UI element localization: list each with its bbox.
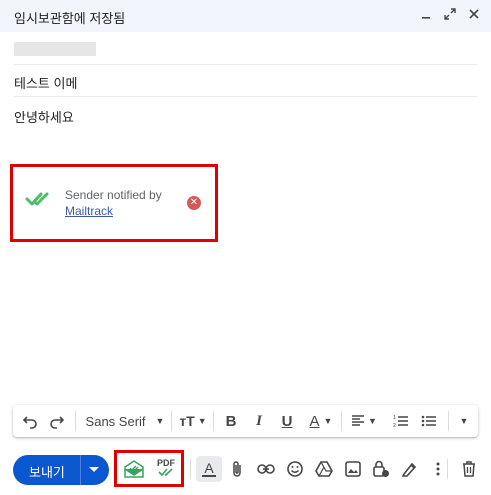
mailtrack-text-block: Sender notified by Mailtrack bbox=[65, 187, 162, 219]
redacted-recipient bbox=[14, 42, 96, 56]
confidential-lock-icon[interactable] bbox=[370, 458, 392, 480]
italic-button[interactable]: I bbox=[248, 409, 270, 433]
undo-icon[interactable] bbox=[19, 409, 41, 433]
discard-trash-icon[interactable] bbox=[458, 458, 480, 480]
svg-text:1: 1 bbox=[393, 415, 396, 421]
separator bbox=[171, 411, 172, 431]
svg-text:2: 2 bbox=[393, 423, 396, 428]
chevron-down-icon: ▼ bbox=[155, 416, 165, 426]
formatting-toolbar: Sans Serif ▼ тT ▼ B I U A ▼ ▼ 12 ▼ bbox=[13, 405, 478, 437]
header-controls bbox=[419, 7, 481, 21]
attach-icon[interactable] bbox=[226, 458, 248, 480]
send-options-icon[interactable] bbox=[89, 467, 99, 472]
remove-tracking-icon[interactable]: ✕ bbox=[187, 196, 201, 210]
pdf-label: PDF bbox=[157, 457, 175, 468]
font-family-select[interactable]: Sans Serif ▼ bbox=[81, 409, 169, 433]
send-button[interactable]: 보내기 bbox=[13, 455, 109, 485]
bottom-action-bar: 보내기 PDF A bbox=[0, 450, 491, 490]
recipients-field[interactable] bbox=[14, 36, 477, 65]
text-color-button[interactable]: A ▼ bbox=[306, 409, 336, 433]
separator bbox=[75, 411, 76, 431]
message-body[interactable]: 안녕하세요 bbox=[14, 107, 74, 126]
mailtrack-label: Sender notified by bbox=[65, 188, 162, 202]
redo-icon[interactable] bbox=[46, 409, 68, 433]
align-icon[interactable]: ▼ bbox=[349, 409, 379, 433]
separator bbox=[447, 459, 448, 479]
subject-field[interactable]: 테스트 이메 bbox=[14, 66, 477, 97]
expand-icon[interactable] bbox=[443, 7, 457, 21]
double-check-icon bbox=[25, 190, 53, 213]
minimize-icon[interactable] bbox=[419, 7, 433, 21]
extension-buttons-box: PDF bbox=[114, 450, 184, 487]
separator bbox=[341, 411, 342, 431]
emoji-icon[interactable] bbox=[284, 458, 306, 480]
bulleted-list-icon[interactable] bbox=[418, 409, 440, 433]
text-format-icon[interactable]: A bbox=[198, 458, 220, 480]
signature-pen-icon[interactable] bbox=[398, 458, 420, 480]
underline-button[interactable]: U bbox=[276, 409, 298, 433]
more-options-icon[interactable] bbox=[427, 458, 449, 480]
numbered-list-icon[interactable]: 12 bbox=[390, 409, 412, 433]
more-formatting-icon[interactable]: ▼ bbox=[453, 409, 475, 433]
send-divider bbox=[80, 455, 81, 485]
separator bbox=[213, 411, 214, 431]
mailtrack-notice: Sender notified by Mailtrack ✕ bbox=[10, 164, 218, 242]
compose-header: 임시보관함에 저장됨 bbox=[0, 0, 491, 32]
text-color-label: A bbox=[309, 412, 320, 430]
compose-window: 임시보관함에 저장됨 테스트 이메 안녕하세요 Sender notified … bbox=[0, 0, 491, 495]
link-icon[interactable] bbox=[255, 458, 277, 480]
separator bbox=[448, 411, 449, 431]
separator bbox=[190, 459, 191, 479]
font-family-label: Sans Serif bbox=[85, 413, 146, 429]
format-label: A bbox=[204, 460, 214, 476]
compose-title: 임시보관함에 저장됨 bbox=[14, 11, 126, 26]
pdf-export-icon[interactable]: PDF bbox=[155, 456, 177, 478]
text-size-icon[interactable]: тT ▼ bbox=[177, 409, 209, 433]
mailtrack-envelope-icon[interactable] bbox=[123, 458, 145, 480]
send-label: 보내기 bbox=[29, 465, 65, 480]
drive-icon[interactable] bbox=[313, 458, 335, 480]
subject-text[interactable]: 테스트 이메 bbox=[14, 73, 77, 92]
bold-button[interactable]: B bbox=[220, 409, 242, 433]
chevron-down-icon: ▼ bbox=[323, 416, 333, 426]
close-icon[interactable] bbox=[467, 7, 481, 21]
mailtrack-link[interactable]: Mailtrack bbox=[65, 203, 162, 219]
photo-icon[interactable] bbox=[342, 458, 364, 480]
